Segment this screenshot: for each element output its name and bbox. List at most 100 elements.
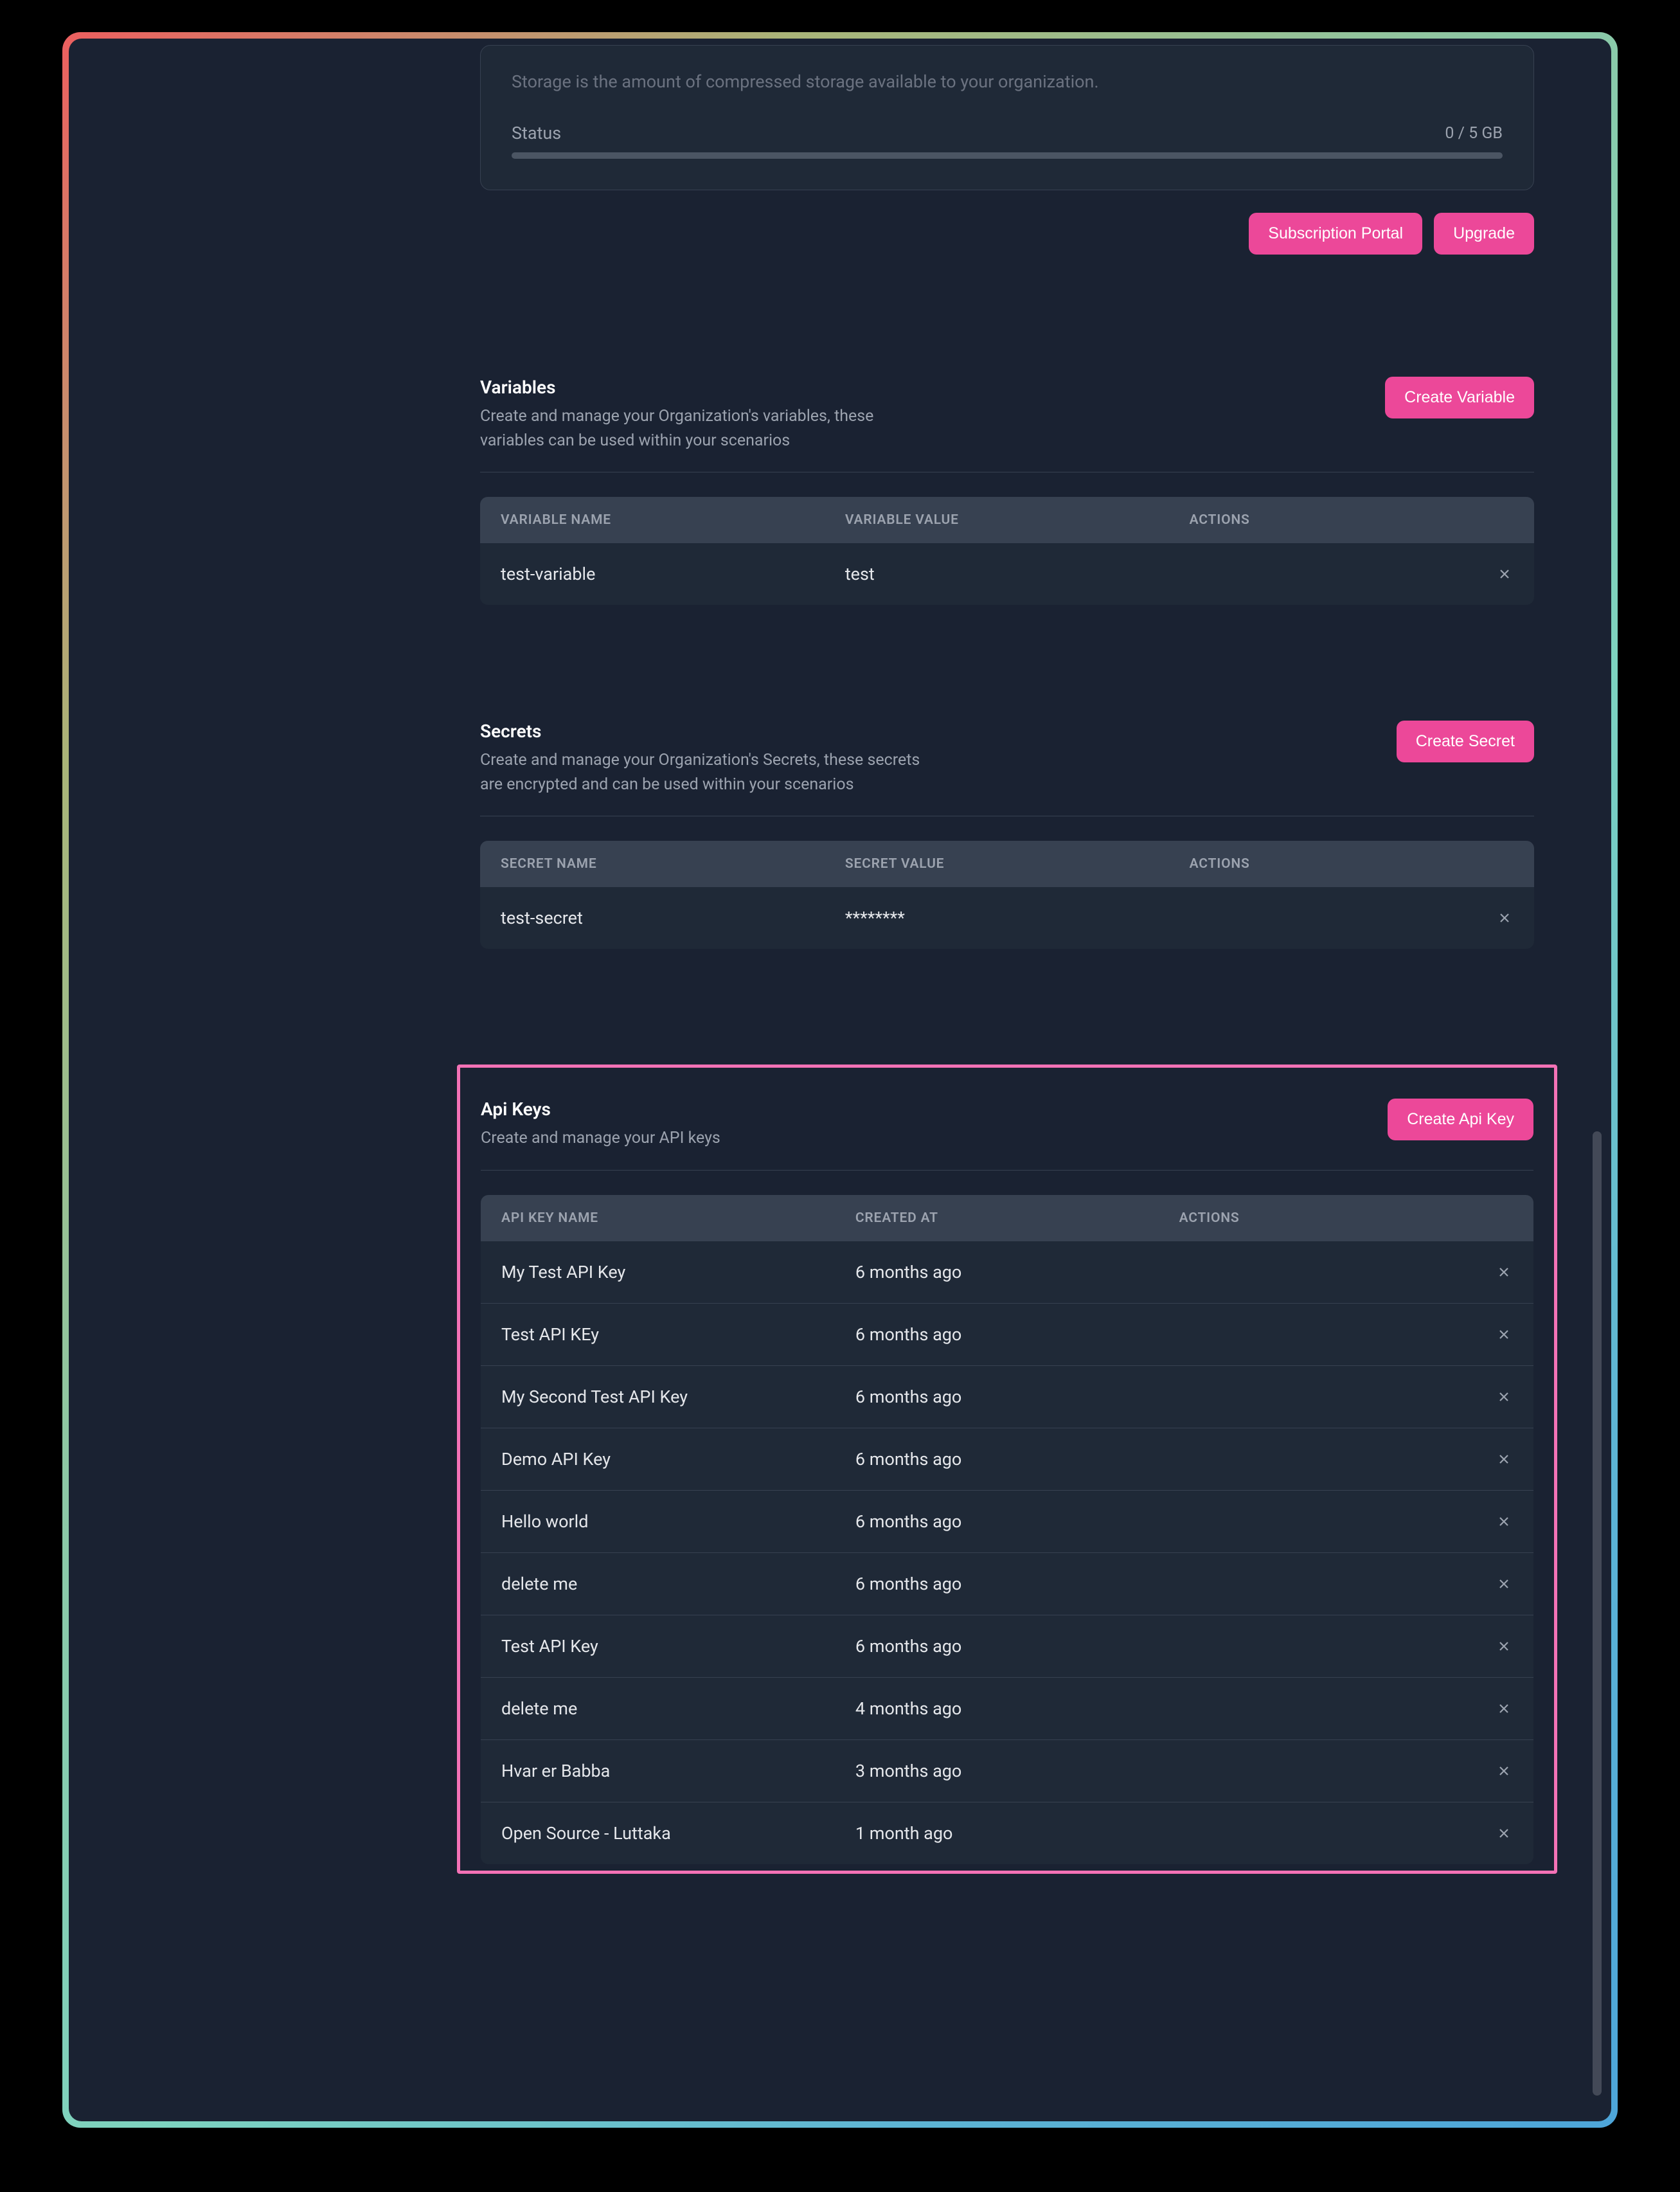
close-icon[interactable] <box>1495 1325 1513 1343</box>
variables-col-actions: Actions <box>1190 512 1514 528</box>
api-key-name-cell: delete me <box>501 1698 855 1719</box>
close-icon[interactable] <box>1495 1513 1513 1531</box>
api-keys-col-created: Created At <box>855 1210 1179 1226</box>
api-key-actions-cell <box>1179 1513 1513 1531</box>
secrets-title-group: Secrets Create and manage your Organizat… <box>480 721 930 796</box>
api-key-actions-cell <box>1179 1762 1513 1780</box>
api-keys-col-actions: Actions <box>1179 1210 1513 1226</box>
api-keys-header: Api Keys Create and manage your API keys… <box>481 1099 1533 1171</box>
api-keys-subtitle: Create and manage your API keys <box>481 1126 720 1151</box>
close-icon[interactable] <box>1495 1450 1513 1468</box>
table-row: My Test API Key6 months ago <box>481 1241 1533 1303</box>
api-key-actions-cell <box>1179 1824 1513 1842</box>
close-icon[interactable] <box>1495 1762 1513 1780</box>
table-row: Open Source - Luttaka1 month ago <box>481 1802 1533 1864</box>
secret-name-cell: test-secret <box>501 908 845 928</box>
scrollbar-track[interactable] <box>1591 39 1604 2121</box>
subscription-button-row: Subscription Portal Upgrade <box>480 213 1534 255</box>
upgrade-button[interactable]: Upgrade <box>1434 213 1534 255</box>
secrets-table-header: Secret Name Secret Value Actions <box>480 841 1534 887</box>
secrets-col-value: Secret Value <box>845 856 1190 872</box>
table-row: Test API KEy6 months ago <box>481 1303 1533 1365</box>
api-key-created-cell: 6 months ago <box>855 1449 1179 1469</box>
api-key-actions-cell <box>1179 1388 1513 1406</box>
secrets-section: Secrets Create and manage your Organizat… <box>480 721 1534 949</box>
api-key-actions-cell <box>1179 1700 1513 1718</box>
table-row: Hello world6 months ago <box>481 1490 1533 1552</box>
api-key-created-cell: 6 months ago <box>855 1636 1179 1657</box>
api-key-name-cell: Hvar er Babba <box>501 1761 855 1781</box>
close-icon[interactable] <box>1495 1263 1513 1281</box>
storage-status-label: Status <box>512 123 561 143</box>
api-key-actions-cell <box>1179 1450 1513 1468</box>
api-keys-table-header: Api Key Name Created At Actions <box>481 1195 1533 1241</box>
table-row: My Second Test API Key6 months ago <box>481 1365 1533 1428</box>
api-key-actions-cell <box>1179 1637 1513 1655</box>
secrets-subtitle: Create and manage your Organization's Se… <box>480 748 930 796</box>
table-row: test-variabletest <box>480 543 1534 605</box>
close-icon[interactable] <box>1495 1824 1513 1842</box>
storage-progress-bar <box>512 152 1503 159</box>
secrets-title: Secrets <box>480 721 930 742</box>
api-keys-title-group: Api Keys Create and manage your API keys <box>481 1099 720 1151</box>
variables-table: Variable Name Variable Value Actions tes… <box>480 497 1534 605</box>
api-keys-col-name: Api Key Name <box>501 1210 855 1226</box>
table-row: Hvar er Babba3 months ago <box>481 1739 1533 1802</box>
variables-col-value: Variable Value <box>845 512 1190 528</box>
secrets-table: Secret Name Secret Value Actions test-se… <box>480 841 1534 949</box>
api-key-name-cell: Test API Key <box>501 1636 855 1657</box>
close-icon[interactable] <box>1495 1700 1513 1718</box>
api-key-name-cell: delete me <box>501 1574 855 1594</box>
variables-table-header: Variable Name Variable Value Actions <box>480 497 1534 543</box>
api-keys-title: Api Keys <box>481 1099 720 1120</box>
secrets-col-name: Secret Name <box>501 856 845 872</box>
create-api-key-button[interactable]: Create Api Key <box>1388 1099 1533 1140</box>
table-row: Demo API Key6 months ago <box>481 1428 1533 1490</box>
sidebar <box>69 39 390 2121</box>
api-key-actions-cell <box>1179 1263 1513 1281</box>
close-icon[interactable] <box>1495 1388 1513 1406</box>
variable-value-cell: test <box>845 564 1190 584</box>
variables-header: Variables Create and manage your Organiz… <box>480 377 1534 472</box>
variables-section: Variables Create and manage your Organiz… <box>480 377 1534 605</box>
secrets-col-actions: Actions <box>1190 856 1514 872</box>
window-inner: Storage is the amount of compressed stor… <box>69 39 1611 2121</box>
variables-col-name: Variable Name <box>501 512 845 528</box>
create-variable-button[interactable]: Create Variable <box>1385 377 1534 418</box>
api-key-name-cell: My Test API Key <box>501 1262 855 1282</box>
api-key-created-cell: 1 month ago <box>855 1823 1179 1844</box>
api-key-created-cell: 6 months ago <box>855 1387 1179 1407</box>
create-secret-button[interactable]: Create Secret <box>1397 721 1534 762</box>
variable-name-cell: test-variable <box>501 564 845 584</box>
subscription-portal-button[interactable]: Subscription Portal <box>1249 213 1422 255</box>
api-key-created-cell: 6 months ago <box>855 1262 1179 1282</box>
api-key-name-cell: Demo API Key <box>501 1449 855 1469</box>
secret-actions-cell <box>1190 909 1514 927</box>
content-area: Storage is the amount of compressed stor… <box>390 39 1611 2121</box>
api-key-created-cell: 4 months ago <box>855 1698 1179 1719</box>
api-key-actions-cell <box>1179 1575 1513 1593</box>
variables-title-group: Variables Create and manage your Organiz… <box>480 377 930 453</box>
storage-status-row: Status 0 / 5 GB <box>512 123 1503 143</box>
table-row: test-secret******** <box>480 887 1534 949</box>
close-icon[interactable] <box>1495 1637 1513 1655</box>
close-icon[interactable] <box>1496 909 1514 927</box>
api-key-actions-cell <box>1179 1325 1513 1343</box>
secret-value-cell: ******** <box>845 908 1190 928</box>
scrollbar-thumb[interactable] <box>1593 1131 1602 2096</box>
window-frame: Storage is the amount of compressed stor… <box>62 32 1618 2128</box>
api-key-name-cell: Test API KEy <box>501 1324 855 1345</box>
api-key-created-cell: 3 months ago <box>855 1761 1179 1781</box>
secrets-header: Secrets Create and manage your Organizat… <box>480 721 1534 816</box>
variable-actions-cell <box>1190 565 1514 583</box>
table-row: Test API Key6 months ago <box>481 1615 1533 1677</box>
api-key-created-cell: 6 months ago <box>855 1574 1179 1594</box>
table-row: delete me4 months ago <box>481 1677 1533 1739</box>
variables-subtitle: Create and manage your Organization's va… <box>480 404 930 453</box>
api-keys-table: Api Key Name Created At Actions My Test … <box>481 1195 1533 1864</box>
api-key-name-cell: Hello world <box>501 1511 855 1532</box>
close-icon[interactable] <box>1496 565 1514 583</box>
close-icon[interactable] <box>1495 1575 1513 1593</box>
api-keys-section: Api Keys Create and manage your API keys… <box>457 1065 1557 1874</box>
api-key-name-cell: My Second Test API Key <box>501 1387 855 1407</box>
